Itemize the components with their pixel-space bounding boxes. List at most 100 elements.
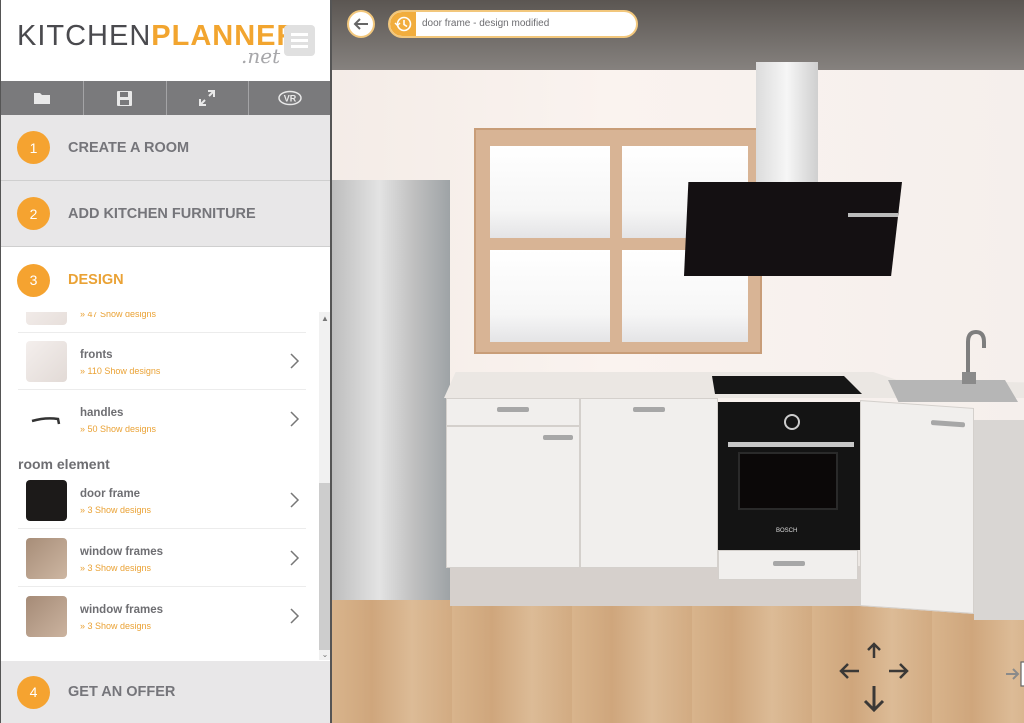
extractor-hood[interactable] <box>684 182 902 276</box>
drawer-front[interactable] <box>446 398 580 426</box>
handle <box>497 407 529 412</box>
zoom-controls <box>1006 661 1024 687</box>
fullscreen-button[interactable] <box>167 81 250 115</box>
logo-kitchen: KITCHEN <box>17 20 152 52</box>
chevron-right-icon <box>290 550 300 566</box>
step-create-room[interactable]: 1 CREATE A ROOM <box>1 115 330 181</box>
history-clock-icon <box>394 16 412 32</box>
history-icon[interactable] <box>390 12 416 36</box>
3d-viewport[interactable]: BOSCH door frame - design modified <box>332 0 1024 723</box>
oven-knob <box>784 414 800 430</box>
design-item-handles[interactable]: handles » 50 Show designs <box>18 391 306 448</box>
room-item-window-frames-2[interactable]: window frames » 3 Show designs <box>18 588 306 645</box>
folder-icon <box>33 93 50 104</box>
design-item-title: handles <box>80 407 124 419</box>
toolbar: VR <box>1 81 330 115</box>
hamburger-menu-button[interactable] <box>284 25 315 56</box>
step-number: 2 <box>17 197 50 230</box>
room-item-title: door frame <box>80 488 141 500</box>
scrollbar-thumb[interactable] <box>319 483 330 650</box>
step-label: GET AN OFFER <box>68 684 176 700</box>
design-item-count[interactable]: » 50 Show designs <box>80 424 156 434</box>
room-item-count[interactable]: » 3 Show designs <box>80 621 151 631</box>
step-add-furniture[interactable]: 2 ADD KITCHEN FURNITURE <box>1 181 330 247</box>
pan-left-icon[interactable] <box>839 663 859 679</box>
chevron-right-icon <box>290 492 300 508</box>
handle-thumbnail <box>31 417 61 425</box>
save-button[interactable] <box>84 81 167 115</box>
handle <box>931 419 965 428</box>
chevron-right-icon <box>290 353 300 369</box>
design-item-fronts[interactable]: fronts » 110 Show designs <box>18 333 306 390</box>
pan-right-icon[interactable] <box>889 663 909 679</box>
room-item-count[interactable]: » 3 Show designs <box>80 505 151 515</box>
open-button[interactable] <box>1 81 84 115</box>
svg-text:VR: VR <box>284 94 297 104</box>
vr-button[interactable]: VR <box>249 81 330 115</box>
scroll-up-arrow-icon[interactable]: ▲ <box>320 314 330 324</box>
chevron-right-icon <box>290 411 300 427</box>
handle <box>633 407 665 412</box>
step-design[interactable]: 3 DESIGN <box>1 247 330 313</box>
arrow-left-icon <box>353 18 368 30</box>
design-thumbnail <box>26 312 67 325</box>
logo-area: KITCHENPLANNER .net <box>1 0 330 81</box>
back-button[interactable] <box>347 10 375 38</box>
oven[interactable]: BOSCH <box>718 402 864 550</box>
oven-handle <box>728 442 854 447</box>
logo-net: .net <box>241 44 281 68</box>
window-pane <box>490 250 610 342</box>
room-item-door-frame[interactable]: door frame » 3 Show designs <box>18 472 306 529</box>
handle <box>543 435 573 440</box>
status-text: door frame - design modified <box>422 18 550 29</box>
sidebar: KITCHENPLANNER .net VR 1 CREATE A ROOM 2… <box>0 0 332 723</box>
pan-controls <box>839 642 909 713</box>
hamburger-line <box>291 39 308 42</box>
hamburger-line <box>291 45 308 48</box>
step-label: ADD KITCHEN FURNITURE <box>68 205 256 222</box>
design-list: » 47 Show designs fronts » 110 Show desi… <box>1 312 319 660</box>
design-item-title: fronts <box>80 349 113 361</box>
sink[interactable] <box>888 380 1018 402</box>
section-heading-room-element: room element <box>18 456 110 472</box>
design-item-count: » 47 Show designs <box>80 312 157 319</box>
pan-down-icon[interactable] <box>863 686 885 713</box>
floppy-disk-icon <box>117 90 133 106</box>
window-frames-swatch <box>26 538 67 579</box>
room-item-title: window frames <box>80 604 164 616</box>
step-number: 3 <box>17 263 50 297</box>
side-panel <box>974 420 1024 620</box>
faucet <box>962 329 986 384</box>
window-frames-swatch <box>26 596 67 637</box>
hood-handle <box>848 213 898 217</box>
vr-icon: VR <box>278 90 302 106</box>
hamburger-icon <box>291 33 308 36</box>
cabinet-door[interactable] <box>446 426 580 568</box>
app-root: KITCHENPLANNER .net VR 1 CREATE A ROOM 2… <box>0 0 1024 723</box>
step-number: 1 <box>17 131 50 164</box>
zoom-left-arrow-icon <box>1006 668 1020 680</box>
corner-cabinet-door[interactable] <box>860 400 974 614</box>
oven-window <box>738 452 838 510</box>
cooktop[interactable] <box>712 376 862 394</box>
room-item-window-frames[interactable]: window frames » 3 Show designs <box>18 530 306 587</box>
step-label: DESIGN <box>68 272 124 288</box>
step-label: CREATE A ROOM <box>68 139 190 156</box>
room-item-count[interactable]: » 3 Show designs <box>80 563 151 573</box>
fridge-model[interactable] <box>332 180 450 600</box>
status-bar: door frame - design modified <box>388 10 638 38</box>
hood-chimney <box>756 62 818 184</box>
oven-drawer[interactable] <box>718 550 858 580</box>
expand-icon <box>199 90 216 106</box>
design-item-partial[interactable]: » 47 Show designs <box>18 312 306 333</box>
pan-up-icon[interactable] <box>867 642 881 658</box>
cabinet-door[interactable] <box>580 398 718 568</box>
oven-brand: BOSCH <box>776 528 798 534</box>
window-pane <box>490 146 610 238</box>
handle <box>773 561 805 566</box>
design-list-scrollbar[interactable]: ▲ ⌄ <box>319 312 330 660</box>
scroll-down-arrow-icon[interactable]: ⌄ <box>320 650 330 660</box>
design-item-count[interactable]: » 110 Show designs <box>80 366 160 376</box>
step-number: 4 <box>17 675 50 709</box>
step-get-offer[interactable]: 4 GET AN OFFER <box>1 661 330 723</box>
